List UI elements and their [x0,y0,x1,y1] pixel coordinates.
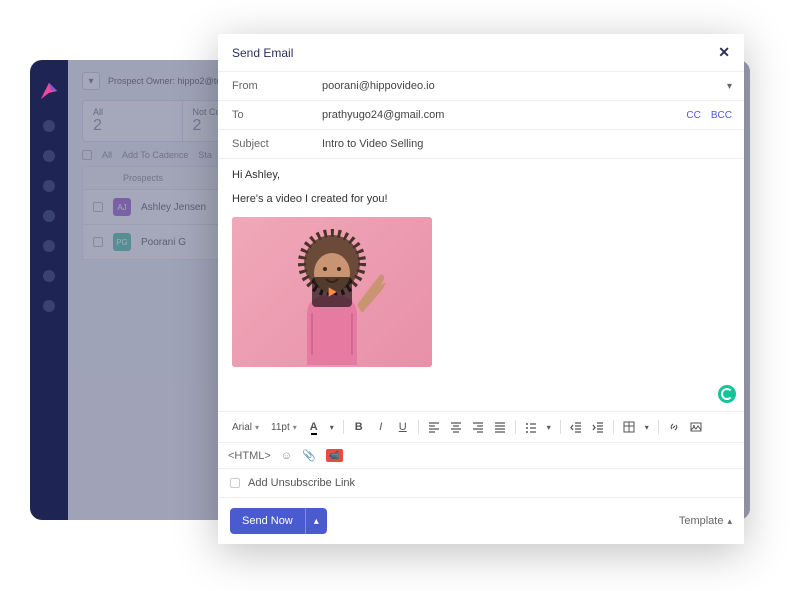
font-size-select[interactable]: 11pt [267,420,301,435]
font-color-button[interactable]: A [305,418,323,436]
nav-dot [43,120,55,132]
html-source-button[interactable]: <HTML> [228,450,271,462]
table-dropdown-icon[interactable]: ▾ [642,418,652,436]
to-value[interactable]: prathyugo24@gmail.com [322,109,730,121]
send-now-button[interactable]: Send Now [230,508,305,534]
tab-all[interactable]: All 2 [83,101,183,141]
table-icon[interactable] [620,418,638,436]
link-icon[interactable] [665,418,683,436]
unsubscribe-checkbox[interactable] [230,478,240,488]
nav-dot [43,300,55,312]
send-email-modal: Send Email ✕ From poorani@hippovideo.io … [218,34,744,544]
font-color-dropdown-icon[interactable]: ▾ [327,418,337,436]
emoji-icon[interactable]: ☺ [281,450,292,462]
subject-row: Subject Intro to Video Selling [218,130,744,159]
editor-toolbar: Arial 11pt A ▾ B I U ▾ ▾ [218,411,744,443]
nav-dot [43,210,55,222]
filter-icon[interactable]: ▾ [82,72,100,90]
video-thumbnail[interactable] [232,217,432,367]
bcc-button[interactable]: BCC [711,110,732,121]
editor-toolbar-2: <HTML> ☺ 📎 📹 [218,443,744,469]
play-icon[interactable] [312,277,352,307]
add-to-cadence-button[interactable]: Add To Cadence [122,150,188,160]
unsubscribe-label: Add Unsubscribe Link [248,477,355,489]
nav-dot [43,150,55,162]
subject-label: Subject [232,138,322,150]
modal-footer: Send Now ▴ Template [218,498,744,544]
list-dropdown-icon[interactable]: ▾ [544,418,554,436]
attachment-icon[interactable]: 📎 [302,449,316,462]
bullet-list-icon[interactable] [522,418,540,436]
font-family-select[interactable]: Arial [228,420,263,435]
align-left-icon[interactable] [425,418,443,436]
row-checkbox[interactable] [93,237,103,247]
record-video-icon[interactable]: 📹 [326,449,343,462]
all-label: All [102,150,112,160]
italic-button[interactable]: I [372,418,390,436]
unsubscribe-row: Add Unsubscribe Link [218,469,744,498]
from-label: From [232,80,322,92]
modal-title: Send Email [232,46,293,60]
email-body[interactable]: Hi Ashley, Here's a video I created for … [218,159,744,411]
prospect-name: Poorani G [141,237,186,248]
avatar: AJ [113,198,131,216]
from-row: From poorani@hippovideo.io ▾ [218,72,744,101]
subject-value[interactable]: Intro to Video Selling [322,138,730,150]
prospect-name: Ashley Jensen [141,202,206,213]
cc-button[interactable]: CC [686,110,700,121]
nav-dot [43,240,55,252]
underline-button[interactable]: U [394,418,412,436]
row-checkbox[interactable] [93,202,103,212]
from-dropdown-icon[interactable]: ▾ [727,81,732,92]
stage-button[interactable]: Sta [198,150,212,160]
align-right-icon[interactable] [469,418,487,436]
indent-icon[interactable] [589,418,607,436]
select-all-checkbox[interactable] [82,150,92,160]
to-label: To [232,109,322,121]
nav-dot [43,270,55,282]
close-icon[interactable]: ✕ [718,44,730,61]
to-row: To prathyugo24@gmail.com CC BCC [218,101,744,130]
grammarly-icon[interactable] [718,385,736,403]
nav-dot [43,180,55,192]
send-dropdown-button[interactable]: ▴ [305,508,327,534]
outdent-icon[interactable] [567,418,585,436]
avatar: PG [113,233,131,251]
image-icon[interactable] [687,418,705,436]
app-logo-icon [38,80,60,102]
body-greeting: Hi Ashley, [232,169,730,181]
align-center-icon[interactable] [447,418,465,436]
align-justify-icon[interactable] [491,418,509,436]
from-value[interactable]: poorani@hippovideo.io [322,80,730,92]
bg-sidebar [30,60,68,520]
bold-button[interactable]: B [350,418,368,436]
body-line: Here's a video I created for you! [232,193,730,205]
template-button[interactable]: Template [679,515,732,527]
modal-header: Send Email ✕ [218,34,744,72]
